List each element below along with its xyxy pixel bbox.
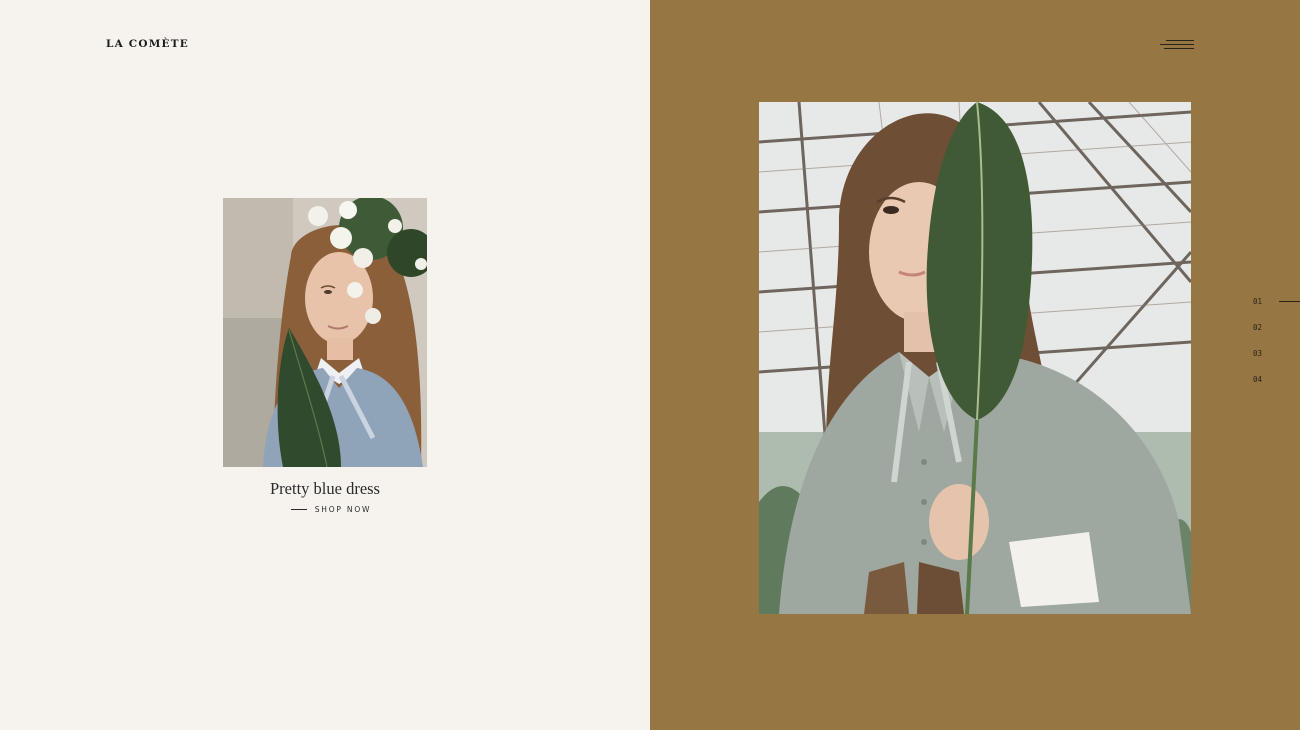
shop-now-link[interactable]: SHOP NOW [223,505,427,514]
product-photo[interactable] [223,198,427,467]
shop-now-line [290,509,307,510]
product-photo-illustration [223,198,427,467]
menu-icon-line [1166,40,1194,41]
menu-icon-line [1160,44,1194,45]
pager-item-04[interactable]: 04 [1253,374,1300,400]
slide-pager: 01 02 03 04 [1253,296,1300,400]
hero-photo-illustration [759,102,1191,614]
brand-logo[interactable]: LA COMÈTE [106,38,189,50]
product-card: Pretty blue dress SHOP NOW [223,198,427,514]
menu-icon[interactable] [1160,38,1194,52]
pager-item-label: 03 [1253,349,1263,358]
pager-item-03[interactable]: 03 [1253,348,1300,374]
page: LA COMÈTE Pretty blue dress SHOP NOW 01 … [0,0,1300,730]
pager-item-02[interactable]: 02 [1253,322,1300,348]
pager-item-label: 02 [1253,323,1263,332]
right-panel: 01 02 03 04 [650,0,1300,730]
left-panel: LA COMÈTE Pretty blue dress SHOP NOW [0,0,650,730]
pager-active-indicator [1279,301,1300,302]
pager-item-label: 04 [1253,375,1263,384]
hero-photo[interactable] [759,102,1191,614]
product-title: Pretty blue dress [270,479,380,498]
pager-item-01[interactable]: 01 [1253,296,1300,322]
shop-now-label[interactable]: SHOP NOW [315,505,372,514]
pager-item-label: 01 [1253,297,1263,306]
menu-icon-line [1164,48,1194,49]
